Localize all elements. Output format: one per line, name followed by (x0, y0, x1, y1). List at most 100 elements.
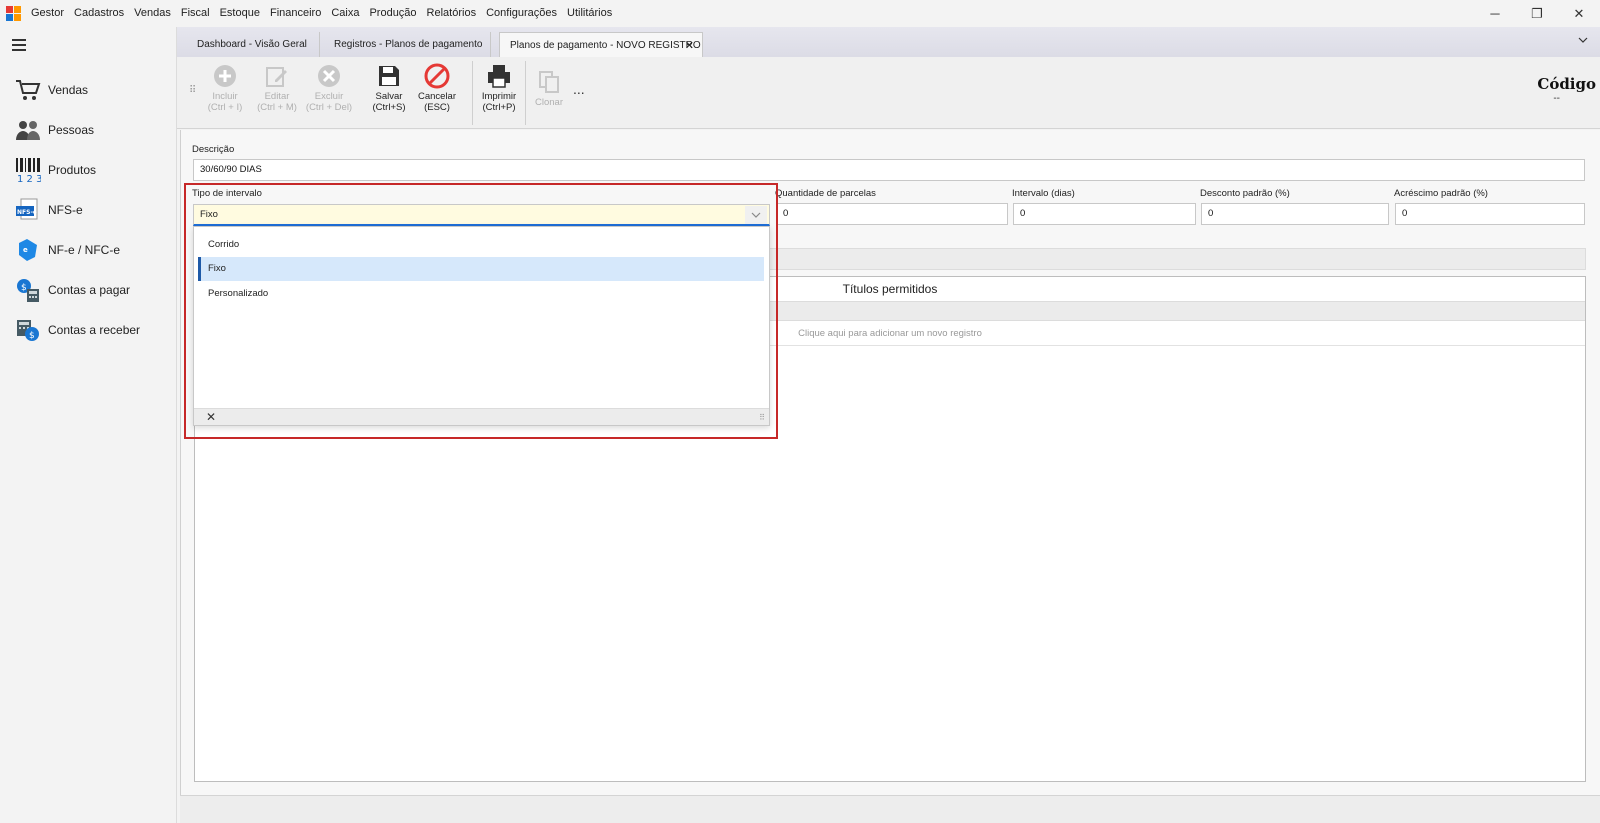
codigo-value: -- (1553, 93, 1560, 104)
desconto-input[interactable]: 0 (1201, 203, 1389, 225)
incluir-button[interactable]: Incluir (Ctrl + I) (197, 63, 253, 123)
sidebar-item-contas-receber[interactable]: $ Contas a receber (14, 313, 174, 347)
sidebar-item-label: NFS-e (48, 203, 83, 217)
cancelar-button[interactable]: Cancelar (ESC) (409, 63, 465, 123)
tab-label: Planos de pagamento - NOVO REGISTRO (510, 39, 701, 51)
barcode-icon: 1 2 3 (14, 156, 42, 184)
menu-vendas[interactable]: Vendas (129, 0, 176, 27)
svg-text:$: $ (29, 331, 35, 341)
salvar-label: Salvar (375, 91, 403, 102)
hamburger-menu-icon[interactable] (12, 39, 26, 51)
minimize-button[interactable]: ─ (1474, 0, 1516, 27)
acrescimo-input[interactable]: 0 (1395, 203, 1585, 225)
salvar-shortcut: (Ctrl+S) (372, 102, 406, 113)
tipo-intervalo-dropdown: Corrido Fixo Personalizado ✕ ⠿ (193, 226, 770, 426)
sidebar-item-label: Produtos (48, 163, 97, 177)
toolbar: ⠿ Incluir (Ctrl + I) Editar (Ctrl + M) E… (177, 57, 1600, 129)
sidebar-item-label: NF-e / NFC-e (48, 243, 120, 257)
resize-grip-icon[interactable]: ⠿ (759, 413, 765, 422)
sidebar-item-label: Vendas (48, 83, 89, 97)
toolbar-grip-icon[interactable]: ⠿ (189, 85, 196, 96)
imprimir-shortcut: (Ctrl+P) (482, 102, 516, 113)
menu-financeiro[interactable]: Financeiro (265, 0, 326, 27)
chevron-down-icon[interactable] (745, 206, 767, 224)
menu-fiscal[interactable]: Fiscal (176, 0, 215, 27)
excluir-shortcut: (Ctrl + Del) (305, 102, 353, 113)
dropdown-option-personalizado[interactable]: Personalizado (198, 282, 764, 306)
tab-registros[interactable]: Registros - Planos de pagamento (324, 32, 491, 57)
print-icon (486, 63, 512, 89)
excluir-button[interactable]: Excluir (Ctrl + Del) (301, 63, 357, 123)
menu-gestor[interactable]: Gestor (26, 0, 69, 27)
app-logo-icon (6, 5, 22, 22)
menu-utilitarios[interactable]: Utilitários (562, 0, 617, 27)
menu-configuracoes[interactable]: Configurações (481, 0, 562, 27)
tipo-intervalo-select[interactable]: Fixo (193, 204, 770, 226)
tab-close-icon[interactable]: ✕ (685, 39, 694, 52)
acrescimo-label: Acréscimo padrão (%) (1394, 188, 1488, 199)
clone-icon (536, 69, 562, 95)
intervalo-label: Intervalo (dias) (1012, 188, 1075, 199)
sidebar-item-nfe[interactable]: e NF-e / NFC-e (14, 233, 174, 267)
restore-button[interactable]: ❐ (1516, 0, 1558, 27)
excluir-label: Excluir (314, 91, 344, 102)
editar-label: Editar (264, 91, 290, 102)
clonar-button[interactable]: Clonar (521, 63, 577, 123)
tab-dashboard[interactable]: Dashboard - Visão Geral (187, 32, 320, 57)
cancel-icon (424, 63, 450, 89)
nfse-icon: NFS-e (14, 196, 42, 224)
close-icon[interactable]: ✕ (206, 410, 216, 424)
menu-relatorios[interactable]: Relatórios (422, 0, 482, 27)
editar-button[interactable]: Editar (Ctrl + M) (249, 63, 305, 123)
status-bar (180, 795, 1600, 823)
receivables-icon: $ (14, 316, 42, 344)
sidebar-item-pessoas[interactable]: Pessoas (14, 113, 174, 147)
incluir-shortcut: (Ctrl + I) (207, 102, 243, 113)
descricao-input[interactable]: 30/60/90 DIAS (193, 159, 1585, 181)
menu-bar: Gestor Cadastros Vendas Fiscal Estoque F… (0, 0, 1600, 27)
chevron-down-icon[interactable] (1578, 33, 1588, 47)
close-window-button[interactable]: ✕ (1558, 0, 1600, 27)
more-options-button[interactable]: ... (573, 81, 585, 97)
sidebar-item-label: Pessoas (48, 123, 95, 137)
sidebar-item-nfse[interactable]: NFS-e NFS-e (14, 193, 174, 227)
menu-caixa[interactable]: Caixa (326, 0, 364, 27)
imprimir-label: Imprimir (481, 91, 517, 102)
edit-icon (264, 63, 290, 89)
svg-text:$: $ (21, 283, 27, 293)
menu-producao[interactable]: Produção (364, 0, 421, 27)
sidebar-item-vendas[interactable]: Vendas (14, 73, 174, 107)
tab-strip: Dashboard - Visão Geral Registros - Plan… (177, 27, 1600, 57)
sidebar-item-label: Contas a pagar (48, 283, 131, 297)
quantidade-input[interactable]: 0 (776, 203, 1008, 225)
svg-text:1 2 3: 1 2 3 (17, 174, 41, 183)
tab-novo-registro[interactable]: Planos de pagamento - NOVO REGISTRO ✕ (499, 32, 703, 57)
tipo-intervalo-label: Tipo de intervalo (192, 188, 262, 199)
nfe-icon: e (14, 236, 42, 264)
tab-label: Registros - Planos de pagamento (334, 39, 483, 50)
dropdown-option-fixo[interactable]: Fixo (198, 257, 764, 281)
imprimir-button[interactable]: Imprimir (Ctrl+P) (471, 63, 527, 123)
dropdown-option-corrido[interactable]: Corrido (198, 233, 764, 257)
sidebar-item-produtos[interactable]: 1 2 3 Produtos (14, 153, 174, 187)
payables-icon: $ (14, 276, 42, 304)
svg-text:NFS-e: NFS-e (17, 209, 37, 216)
intervalo-input[interactable]: 0 (1013, 203, 1196, 225)
sidebar: Vendas Pessoas 1 2 3 Produtos NFS-e NFS-… (0, 27, 177, 823)
menu-cadastros[interactable]: Cadastros (69, 0, 129, 27)
clonar-label: Clonar (535, 97, 563, 108)
cancelar-label: Cancelar (417, 91, 457, 102)
codigo-label: Código (1537, 75, 1596, 93)
svg-text:e: e (23, 246, 28, 254)
add-icon (212, 63, 238, 89)
menu-estoque[interactable]: Estoque (215, 0, 265, 27)
sidebar-item-contas-pagar[interactable]: $ Contas a pagar (14, 273, 174, 307)
cart-icon (14, 76, 42, 104)
tab-label: Dashboard - Visão Geral (197, 39, 307, 50)
editar-shortcut: (Ctrl + M) (257, 102, 297, 113)
people-icon (14, 116, 42, 144)
quantidade-label: Quantidade de parcelas (775, 188, 876, 199)
sidebar-item-label: Contas a receber (48, 323, 141, 337)
cancelar-shortcut: (ESC) (424, 102, 450, 113)
window-controls: ─ ❐ ✕ (1474, 0, 1600, 27)
